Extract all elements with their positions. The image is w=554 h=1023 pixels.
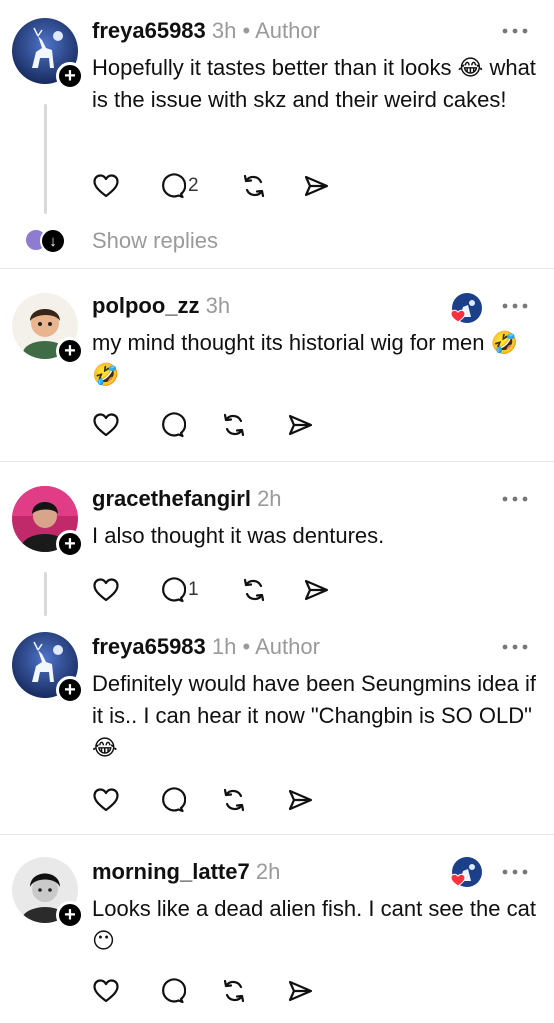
share-button[interactable] <box>286 411 314 439</box>
share-button[interactable] <box>286 786 314 814</box>
timestamp: 3h <box>211 18 237 43</box>
share-button[interactable] <box>302 172 330 200</box>
reply-button[interactable] <box>158 411 186 439</box>
more-options-icon[interactable] <box>500 26 530 36</box>
repost-icon <box>223 788 245 812</box>
post-1: + freya65983 3h • Author Hopefully it ta… <box>0 0 554 268</box>
reply-button[interactable]: 1 <box>158 576 199 604</box>
post-actions <box>92 411 392 439</box>
send-icon <box>304 579 329 601</box>
comment-icon <box>162 412 186 438</box>
repost-button[interactable] <box>220 786 248 814</box>
reply-button[interactable]: 2 <box>158 172 199 200</box>
reply-count: 2 <box>188 175 199 196</box>
more-options-icon[interactable] <box>500 642 530 652</box>
post-actions: 2 <box>92 172 392 200</box>
post-text: Definitely would have been Seungmins ide… <box>92 671 536 760</box>
thread-line <box>44 104 47 214</box>
timestamp: 2h <box>255 859 281 884</box>
send-icon <box>288 414 313 436</box>
follow-plus-icon[interactable]: + <box>56 676 84 704</box>
reply-button[interactable] <box>158 786 186 814</box>
liked-heart-icon <box>450 309 466 323</box>
author-label: Author <box>255 18 320 43</box>
post-text: Looks like a dead alien fish. I cant see… <box>92 896 536 953</box>
post-2: + polpoo_zz 3h my mind thought its histo… <box>0 269 554 461</box>
follow-plus-icon[interactable]: + <box>56 530 84 558</box>
username[interactable]: polpoo_zz <box>92 293 200 318</box>
repost-icon <box>243 578 265 602</box>
post-header: polpoo_zz 3h <box>92 293 230 319</box>
username[interactable]: freya65983 <box>92 18 206 43</box>
separator: • <box>242 634 251 659</box>
heart-icon <box>93 788 119 812</box>
share-button[interactable] <box>302 576 330 604</box>
follow-plus-icon[interactable]: + <box>56 62 84 90</box>
send-icon <box>304 175 329 197</box>
liked-heart-icon <box>450 873 466 887</box>
comment-icon <box>162 978 186 1004</box>
post-actions: 1 <box>92 576 392 604</box>
post-header: freya65983 1h • Author <box>92 634 320 660</box>
timestamp: 1h <box>211 634 237 659</box>
follow-plus-icon[interactable]: + <box>56 337 84 365</box>
like-button[interactable] <box>92 786 120 814</box>
author-label: Author <box>255 634 320 659</box>
more-options-icon[interactable] <box>500 301 530 311</box>
send-icon <box>288 980 313 1002</box>
timestamp: 3h <box>205 293 231 318</box>
post-4: + freya65983 1h • Author Definitely woul… <box>0 622 554 834</box>
timestamp: 2h <box>257 486 282 511</box>
repost-button[interactable] <box>240 576 268 604</box>
post-actions <box>92 977 392 1005</box>
post-header: gracethefangirl 2h <box>92 486 282 512</box>
post-header: freya65983 3h • Author <box>92 18 320 44</box>
comment-icon <box>162 577 186 603</box>
replier-avatars[interactable]: ↓ <box>24 228 68 254</box>
repost-icon <box>223 979 245 1003</box>
heart-icon <box>93 174 119 198</box>
share-button[interactable] <box>286 977 314 1005</box>
more-options-icon[interactable] <box>500 867 530 877</box>
arrow-down-icon: ↓ <box>40 228 66 254</box>
more-options-icon[interactable] <box>500 494 530 504</box>
repost-button[interactable] <box>220 977 248 1005</box>
heart-icon <box>93 413 119 437</box>
reply-count: 1 <box>188 579 199 600</box>
username[interactable]: gracethefangirl <box>92 486 251 511</box>
comment-icon <box>162 787 186 813</box>
send-icon <box>288 789 313 811</box>
post-text: I also thought it was dentures. <box>92 523 385 548</box>
reply-button[interactable] <box>158 977 186 1005</box>
post-3: + gracethefangirl 2h I also thought it w… <box>0 462 554 622</box>
post-header: morning_latte7 2h <box>92 859 280 885</box>
heart-icon <box>93 578 119 602</box>
thread-line <box>44 572 47 616</box>
post-actions <box>92 786 392 814</box>
post-text: Hopefully it tastes better than it looks… <box>92 55 536 112</box>
like-button[interactable] <box>92 977 120 1005</box>
comment-icon <box>162 173 186 199</box>
repost-button[interactable] <box>240 172 268 200</box>
repost-icon <box>243 174 265 198</box>
username[interactable]: freya65983 <box>92 634 206 659</box>
like-button[interactable] <box>92 172 120 200</box>
username[interactable]: morning_latte7 <box>92 859 250 884</box>
post-text: my mind thought its historial wig for me… <box>92 330 518 387</box>
like-button[interactable] <box>92 411 120 439</box>
post-5: + morning_latte7 2h Looks like a dead al… <box>0 835 554 1023</box>
separator: • <box>242 18 251 43</box>
repost-button[interactable] <box>220 411 248 439</box>
repost-icon <box>223 413 245 437</box>
like-button[interactable] <box>92 576 120 604</box>
show-replies-link[interactable]: Show replies <box>92 228 218 254</box>
heart-icon <box>93 979 119 1003</box>
follow-plus-icon[interactable]: + <box>56 901 84 929</box>
